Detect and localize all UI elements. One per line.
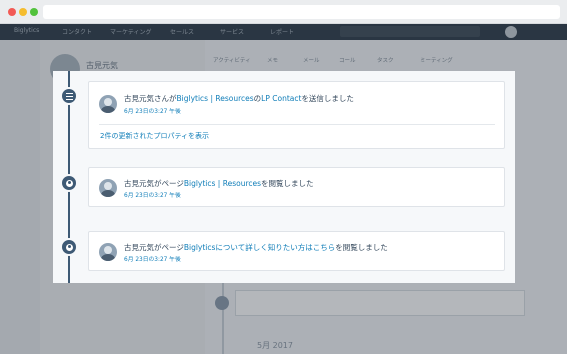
globe-icon [66,244,73,251]
close-window-dot[interactable] [8,8,16,16]
timeline-spotlight: 古見元気さんがBiglytics | ResourcesのLP Contactを… [53,71,515,283]
event-description: 古見元気さんがBiglytics | ResourcesのLP Contactを… [124,94,354,103]
form-link[interactable]: LP Contact [261,94,301,103]
minimize-window-dot[interactable] [19,8,27,16]
page-link[interactable]: Biglytics | Resources [184,179,261,188]
card-divider [99,124,495,125]
globe-icon [66,180,73,187]
timeline-event-card: 古見元気がページBiglyticsについて詳しく知りたい方はこちらを閲覧しました… [88,231,505,271]
avatar [99,95,117,113]
page-link[interactable]: Biglyticsについて詳しく知りたい方はこちら [184,243,335,252]
avatar [99,179,117,197]
event-timestamp: 6月 23日の3:27 午後 [124,257,181,263]
page-link[interactable]: Biglytics | Resources [177,94,254,103]
address-bar[interactable] [43,5,560,19]
maximize-window-dot[interactable] [30,8,38,16]
timeline-event-card: 古見元気さんがBiglytics | ResourcesのLP Contactを… [88,81,505,149]
browser-chrome [0,0,567,24]
event-description: 古見元気がページBiglytics | Resourcesを閲覧しました [124,179,314,188]
event-description: 古見元気がページBiglyticsについて詳しく知りたい方はこちらを閲覧しました [124,243,388,252]
timeline-event-card: 古見元気がページBiglytics | Resourcesを閲覧しました 6月 … [88,167,505,207]
form-list-icon [66,93,73,101]
avatar [99,243,117,261]
page-view-marker [60,174,78,192]
form-submission-marker [60,87,78,105]
show-updated-properties-link[interactable]: 2件の更新されたプロパティを表示 [100,131,209,141]
page-view-marker [60,238,78,256]
event-timestamp: 6月 23日の3:27 午後 [124,109,181,115]
event-timestamp: 6月 23日の3:27 午後 [124,193,181,199]
